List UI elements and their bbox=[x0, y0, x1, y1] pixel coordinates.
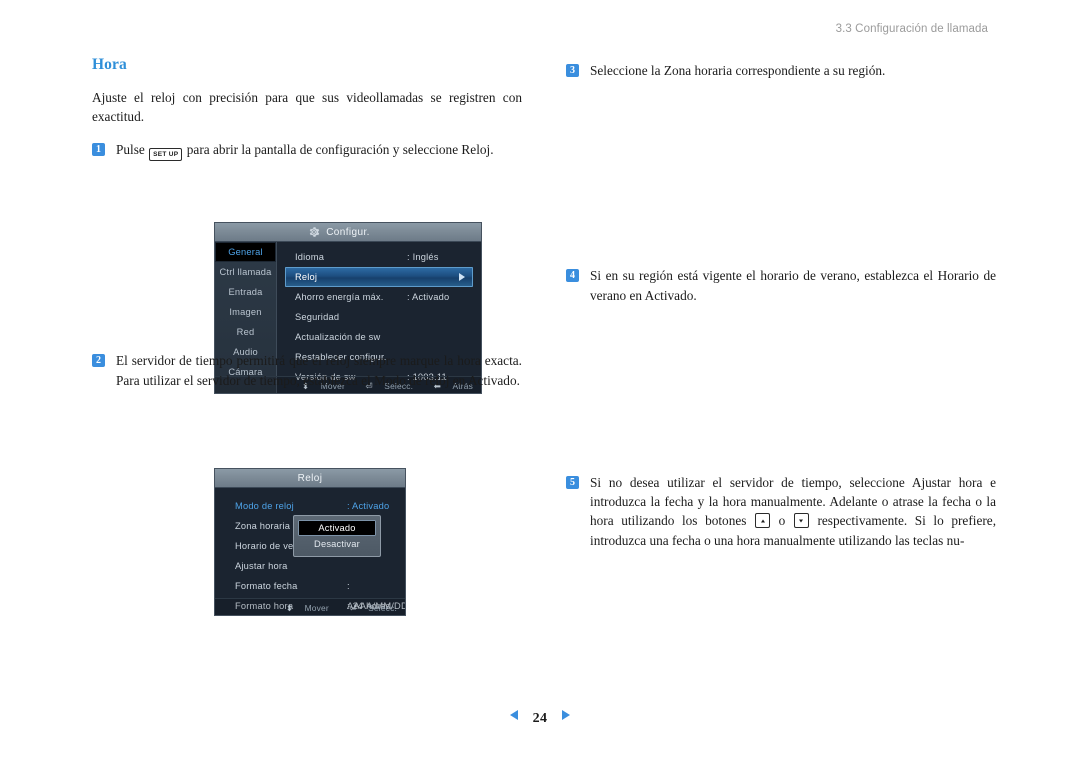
menu-row-actualizacion-sw[interactable]: Actualización de sw bbox=[285, 327, 473, 347]
osd-clock-footer: ⬍ Mover ⏎ Selecc. ⬅ Atrás bbox=[215, 598, 405, 615]
page-title: Hora bbox=[92, 56, 127, 73]
step-5-text: Si no desea utilizar el servidor de tiem… bbox=[590, 473, 996, 550]
osd-config-title-label: Configur. bbox=[326, 227, 370, 238]
intro-paragraph: Ajuste el reloj con precisión para que s… bbox=[92, 90, 522, 125]
prev-page-arrow-icon[interactable] bbox=[509, 710, 518, 720]
setup-key-icon: SET UP bbox=[149, 148, 183, 162]
osd-clock-title: Reloj bbox=[215, 469, 405, 488]
osd-screenshot-reloj-modo: Reloj Modo de reloj : Activado Zona hora… bbox=[214, 468, 406, 616]
page-number: 24 bbox=[532, 711, 548, 726]
step-4-text: Si en su región está vigente el horario … bbox=[590, 268, 996, 303]
sidebar-item-imagen-label: Imagen bbox=[229, 307, 262, 317]
step-1-text-pre: Pulse bbox=[116, 142, 145, 158]
document-page: 3.3 Configuración de llamada Hora Ajuste… bbox=[0, 0, 1080, 763]
step-1-text-post: para abrir la pantalla de configuración … bbox=[186, 142, 494, 158]
step-4: 4 Si en su región está vigente el horari… bbox=[566, 266, 996, 305]
step-4-number: 4 bbox=[566, 269, 579, 283]
gear-icon bbox=[309, 227, 320, 237]
menu-row-seguridad[interactable]: Seguridad bbox=[285, 307, 473, 327]
chevron-right-icon bbox=[459, 273, 465, 281]
sidebar-item-imagen[interactable]: Imagen bbox=[215, 302, 276, 322]
step-1-text: Pulse SET UP para abrir la pantalla de c… bbox=[116, 140, 522, 162]
menu-row-ahorro-energia[interactable]: Ahorro energía máx. : Activado bbox=[285, 287, 473, 307]
step-3: 3 Seleccione la Zona horaria correspondi… bbox=[566, 61, 996, 80]
osd-config-title: Configur. bbox=[215, 223, 481, 242]
step-1: 1 Pulse SET UP para abrir la pantalla de… bbox=[92, 140, 522, 162]
step-3-number: 3 bbox=[566, 64, 579, 77]
step-5: 5 Si no desea utilizar el servidor de ti… bbox=[566, 473, 996, 550]
clock-row-formato-fecha-label: Formato fecha bbox=[235, 581, 298, 591]
clock-row-formato-fecha[interactable]: Formato fecha : AAAA/MM/DD bbox=[225, 576, 405, 611]
footer-select: ⏎ Selecc. bbox=[340, 603, 397, 613]
menu-row-ahorro-energia-label: Ahorro energía máx. bbox=[295, 292, 384, 302]
osd-clock-title-label: Reloj bbox=[297, 473, 323, 484]
sidebar-item-general[interactable]: General bbox=[215, 242, 276, 262]
step-2: 2 El servidor de tiempo permitirá que el… bbox=[92, 351, 522, 390]
enter-key-icon: ⏎ bbox=[349, 603, 357, 613]
sidebar-item-red-label: Red bbox=[236, 327, 255, 337]
arrow-down-key-icon bbox=[793, 513, 809, 529]
sidebar-item-entrada[interactable]: Entrada bbox=[215, 282, 276, 302]
menu-row-reloj-label: Reloj bbox=[295, 272, 318, 282]
clock-row-modo-de-reloj-value: : Activado bbox=[347, 501, 390, 511]
clock-mode-dropdown[interactable]: Activado Desactivar bbox=[293, 515, 381, 557]
footer-move: ⬍ Mover bbox=[277, 603, 329, 613]
updown-arrow-icon: ⬍ bbox=[285, 603, 294, 613]
menu-row-seguridad-label: Seguridad bbox=[295, 312, 340, 322]
menu-row-idioma-value: : Inglés bbox=[407, 252, 439, 262]
sidebar-item-general-label: General bbox=[228, 247, 263, 257]
step-2-number: 2 bbox=[92, 354, 105, 368]
step-1-number: 1 bbox=[92, 143, 105, 157]
menu-row-reloj[interactable]: Reloj bbox=[285, 267, 473, 287]
step-5-conjunction: o bbox=[778, 513, 786, 529]
dropdown-option-activado[interactable]: Activado bbox=[298, 520, 376, 536]
page-footer: 24 bbox=[0, 709, 1080, 727]
menu-row-ahorro-energia-value: : Activado bbox=[407, 292, 450, 302]
clock-row-modo-de-reloj-label: Modo de reloj bbox=[235, 501, 294, 511]
clock-row-zona-horaria-label: Zona horaria bbox=[235, 521, 291, 531]
next-page-arrow-icon[interactable] bbox=[562, 710, 571, 720]
step-3-text: Seleccione la Zona horaria correspondien… bbox=[590, 63, 886, 78]
clock-row-modo-de-reloj[interactable]: Modo de reloj : Activado bbox=[225, 496, 395, 516]
sidebar-item-ctrl-llamada-label: Ctrl llamada bbox=[219, 267, 272, 277]
menu-row-idioma-label: Idioma bbox=[295, 252, 325, 262]
menu-row-actualizacion-sw-label: Actualización de sw bbox=[295, 332, 381, 342]
step-2-text: El servidor de tiempo permitirá que el r… bbox=[116, 353, 522, 388]
clock-row-ajustar-hora[interactable]: Ajustar hora bbox=[225, 556, 395, 576]
sidebar-item-ctrl-llamada[interactable]: Ctrl llamada bbox=[215, 262, 276, 282]
sidebar-item-red[interactable]: Red bbox=[215, 322, 276, 342]
footer-select-label: Selecc. bbox=[368, 603, 397, 613]
footer-move-label: Mover bbox=[304, 603, 329, 613]
sidebar-item-entrada-label: Entrada bbox=[228, 287, 263, 297]
menu-row-idioma[interactable]: Idioma : Inglés bbox=[285, 247, 473, 267]
left-column: Hora Ajuste el reloj con precisión para … bbox=[92, 56, 522, 616]
clock-row-ajustar-hora-label: Ajustar hora bbox=[235, 561, 288, 571]
dropdown-option-desactivar[interactable]: Desactivar bbox=[298, 536, 376, 552]
right-column: 3 Seleccione la Zona horaria correspondi… bbox=[566, 56, 996, 560]
running-header: 3.3 Configuración de llamada bbox=[835, 23, 988, 35]
arrow-up-key-icon bbox=[755, 513, 771, 529]
step-5-number: 5 bbox=[566, 475, 579, 489]
